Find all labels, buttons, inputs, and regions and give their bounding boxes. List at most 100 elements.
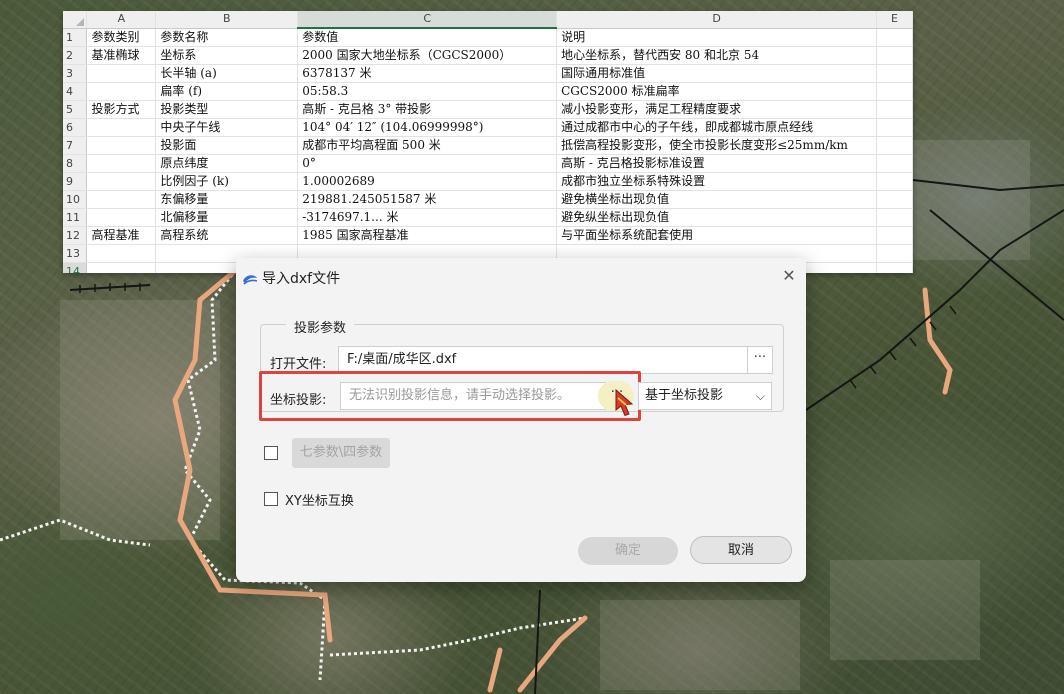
xy-swap-label[interactable]: XY坐标互换	[285, 490, 354, 509]
cell-e[interactable]	[876, 172, 913, 191]
cell-a[interactable]	[86, 82, 157, 101]
cell-a[interactable]: 参数类别	[86, 28, 157, 47]
cell-e[interactable]	[876, 100, 913, 119]
column-header-b[interactable]: B	[155, 11, 299, 29]
cell-b[interactable]: 扁率 (f)	[155, 82, 299, 101]
cell-d[interactable]: 避免纵坐标出现负值	[556, 208, 878, 227]
close-button[interactable]: ✕	[778, 266, 800, 286]
cell-e[interactable]	[876, 46, 913, 65]
cell-e[interactable]	[876, 244, 913, 263]
cell-d[interactable]: 高斯 - 克吕格投影标准设置	[556, 154, 878, 173]
cell-e[interactable]	[876, 226, 913, 245]
seven-param-checkbox[interactable]	[264, 446, 278, 460]
cell-d[interactable]: 避免横坐标出现负值	[556, 190, 878, 209]
cancel-button[interactable]: 取消	[690, 536, 792, 564]
spreadsheet-window[interactable]: A B C D E 1 参数类别 参数名称 参数值 说明 2 基准椭球 坐标系 2000 国家大…	[63, 11, 913, 273]
cell-c[interactable]: 2000 国家大地坐标系（CGCS2000）	[297, 46, 558, 65]
cell-b[interactable]: 原点纬度	[155, 154, 299, 173]
cell-e[interactable]	[876, 154, 913, 173]
cell-a[interactable]	[86, 154, 157, 173]
cell-a[interactable]	[86, 244, 157, 263]
cell-c[interactable]: 参数值	[297, 28, 558, 47]
projection-input[interactable]: 无法识别投影信息，请手动选择投影。	[340, 382, 606, 410]
row-number[interactable]: 9	[63, 172, 88, 191]
cell-e[interactable]	[876, 262, 913, 273]
cell-b[interactable]: 长半轴 (a)	[155, 64, 299, 83]
dialog-titlebar[interactable]: 导入dxf文件 ✕	[236, 258, 806, 288]
cell-a[interactable]	[86, 136, 157, 155]
cell-b[interactable]: 东偏移量	[155, 190, 299, 209]
cell-b[interactable]: 坐标系	[155, 46, 299, 65]
app-logo-icon	[243, 275, 258, 285]
projection-mode-select[interactable]: 基于坐标投影 ⌵	[638, 382, 772, 410]
cell-d[interactable]: 成都市独立坐标系特殊设置	[556, 172, 878, 191]
row-number[interactable]: 11	[63, 208, 88, 227]
cell-c[interactable]: 高斯 - 克吕格 3° 带投影	[297, 100, 558, 119]
row-number[interactable]: 2	[63, 46, 88, 65]
cell-a[interactable]	[86, 64, 157, 83]
cell-c[interactable]: 05:58.3	[297, 82, 558, 101]
row-number[interactable]: 8	[63, 154, 88, 173]
cell-e[interactable]	[876, 64, 913, 83]
cell-c[interactable]: 6378137 米	[297, 64, 558, 83]
cell-d[interactable]: 说明	[556, 28, 878, 47]
open-file-input[interactable]: F:/桌面/成华区.dxf	[338, 346, 748, 374]
spreadsheet-grid[interactable]: A B C D E 1 参数类别 参数名称 参数值 说明 2 基准椭球 坐标系 2000 国家大…	[63, 11, 913, 273]
cell-e[interactable]	[876, 28, 913, 47]
cell-c[interactable]: 1985 国家高程基准	[297, 226, 558, 245]
row-number[interactable]: 10	[63, 190, 88, 209]
cell-d[interactable]: 地心坐标系，替代西安 80 和北京 54	[556, 46, 878, 65]
row-number[interactable]: 14	[63, 262, 88, 273]
cell-b[interactable]: 高程系统	[155, 226, 299, 245]
cell-d[interactable]: 通过成都市中心的子午线，即成都城市原点经线	[556, 118, 878, 137]
cell-b[interactable]: 投影类型	[155, 100, 299, 119]
cell-a[interactable]: 基准椭球	[86, 46, 157, 65]
seven-param-button[interactable]: 七参数\四参数	[292, 438, 390, 468]
cell-b[interactable]: 比例因子 (k)	[155, 172, 299, 191]
cell-b[interactable]: 中央子午线	[155, 118, 299, 137]
cell-c[interactable]: 成都市平均高程面 500 米	[297, 136, 558, 155]
row-number[interactable]: 6	[63, 118, 88, 137]
cell-c[interactable]: 0°	[297, 154, 558, 173]
browse-file-button[interactable]: ···	[747, 346, 773, 374]
cell-a[interactable]	[86, 262, 157, 273]
cell-e[interactable]	[876, 118, 913, 137]
column-header-d[interactable]: D	[556, 11, 878, 29]
cell-c[interactable]: 104° 04′ 12″ (104.06999998°)	[297, 118, 558, 137]
row-number[interactable]: 3	[63, 64, 88, 83]
cell-a[interactable]	[86, 118, 157, 137]
cell-c[interactable]: -3174697.1... 米	[297, 208, 558, 227]
cell-d[interactable]: 与平面坐标系统配套使用	[556, 226, 878, 245]
table-row: 10 东偏移量 219881.245051587 米避免横坐标出现负值	[63, 190, 913, 209]
ok-button[interactable]: 确定	[578, 537, 678, 565]
row-number[interactable]: 5	[63, 100, 88, 119]
cell-c[interactable]: 219881.245051587 米	[297, 190, 558, 209]
column-header-c[interactable]: C	[297, 11, 558, 29]
select-all-corner[interactable]	[63, 11, 88, 29]
row-number[interactable]: 1	[63, 28, 88, 47]
cell-a[interactable]: 高程基准	[86, 226, 157, 245]
cell-d[interactable]: CGCS2000 标准扁率	[556, 82, 878, 101]
cell-b[interactable]: 投影面	[155, 136, 299, 155]
column-header-e[interactable]: E	[876, 11, 913, 29]
cell-d[interactable]: 国际通用标准值	[556, 64, 878, 83]
cell-e[interactable]	[876, 136, 913, 155]
row-number[interactable]: 13	[63, 244, 88, 263]
cell-d[interactable]: 减小投影变形，满足工程精度要求	[556, 100, 878, 119]
cell-a[interactable]	[86, 208, 157, 227]
cell-d[interactable]: 抵偿高程投影变形，使全市投影长度变形≤25mm/km	[556, 136, 878, 155]
cell-e[interactable]	[876, 190, 913, 209]
cell-a[interactable]	[86, 190, 157, 209]
cell-e[interactable]	[876, 82, 913, 101]
row-number[interactable]: 12	[63, 226, 88, 245]
row-number[interactable]: 4	[63, 82, 88, 101]
row-number[interactable]: 7	[63, 136, 88, 155]
cell-a[interactable]	[86, 172, 157, 191]
column-header-a[interactable]: A	[86, 11, 157, 29]
cell-b[interactable]: 参数名称	[155, 28, 299, 47]
cell-b[interactable]: 北偏移量	[155, 208, 299, 227]
xy-swap-checkbox[interactable]	[264, 492, 278, 506]
cell-e[interactable]	[876, 208, 913, 227]
cell-c[interactable]: 1.00002689	[297, 172, 558, 191]
cell-a[interactable]: 投影方式	[86, 100, 157, 119]
